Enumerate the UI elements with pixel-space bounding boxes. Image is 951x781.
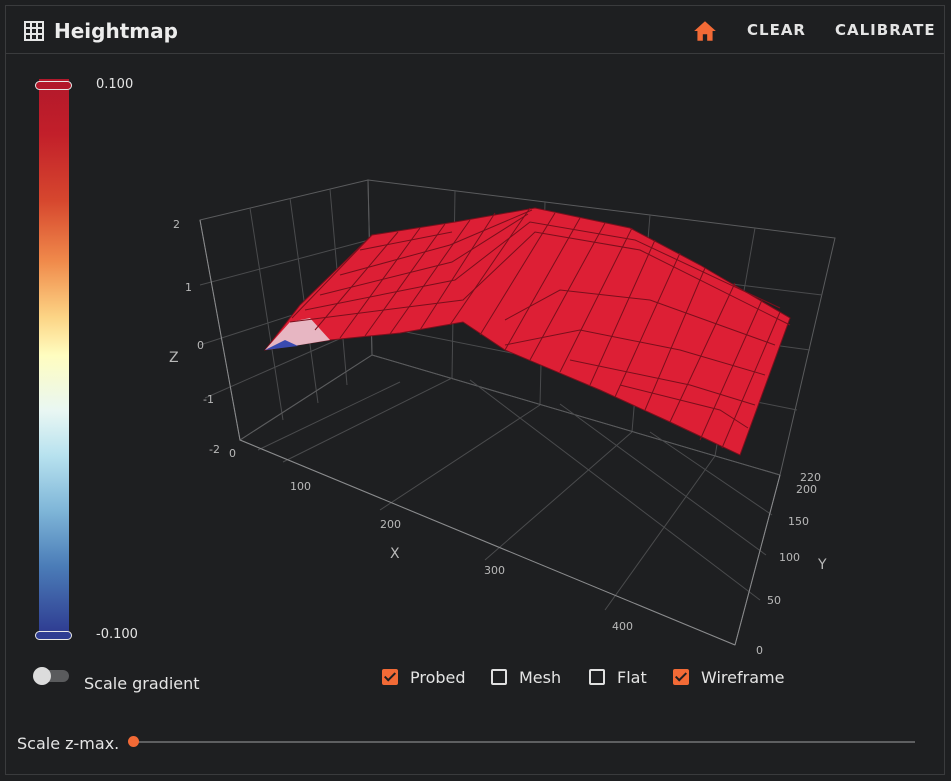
checkbox-unchecked-icon bbox=[491, 669, 507, 685]
x-tick: 400 bbox=[612, 620, 633, 633]
probed-label: Probed bbox=[410, 667, 466, 687]
checkbox-checked-icon bbox=[382, 669, 398, 685]
z-tick: -1 bbox=[203, 393, 214, 406]
y-tick: 200 bbox=[796, 483, 817, 496]
y-tick: 100 bbox=[779, 551, 800, 564]
z-tick: -2 bbox=[209, 443, 220, 456]
checkbox-unchecked-icon bbox=[589, 669, 605, 685]
heightmap-surface bbox=[263, 207, 791, 456]
y-tick: 50 bbox=[767, 594, 781, 607]
y-tick: 0 bbox=[756, 644, 763, 657]
y-tick: 150 bbox=[788, 515, 809, 528]
scale-gradient-label: Scale gradient bbox=[84, 674, 200, 693]
heightmap-3d-plot[interactable]: 2 1 0 -1 -2 Z 0 100 200 300 400 X 0 50 1… bbox=[0, 0, 951, 781]
toggle-knob bbox=[33, 667, 51, 685]
scale-gradient-toggle[interactable] bbox=[33, 667, 71, 685]
x-tick: 100 bbox=[290, 480, 311, 493]
z-axis-ticks: 2 1 0 -1 -2 bbox=[173, 218, 220, 456]
wireframe-label: Wireframe bbox=[701, 667, 785, 687]
flat-checkbox[interactable]: Flat bbox=[589, 666, 647, 688]
scale-zmax-slider-thumb[interactable] bbox=[128, 736, 139, 747]
x-axis-title: X bbox=[390, 546, 400, 562]
scale-zmax-track[interactable] bbox=[133, 741, 915, 743]
y-axis-title: Y bbox=[817, 557, 827, 573]
probed-checkbox[interactable]: Probed bbox=[382, 666, 466, 688]
wireframe-checkbox[interactable]: Wireframe bbox=[673, 666, 784, 688]
checkbox-checked-icon bbox=[673, 669, 689, 685]
y-axis-ticks: 0 50 100 150 200 220 bbox=[756, 471, 821, 657]
z-tick: 0 bbox=[197, 339, 204, 352]
x-tick: 300 bbox=[484, 564, 505, 577]
x-tick: 200 bbox=[380, 518, 401, 531]
scale-zmax-label: Scale z-max. bbox=[17, 734, 120, 753]
x-tick: 0 bbox=[229, 447, 236, 460]
mesh-label: Mesh bbox=[519, 667, 562, 687]
y-tick: 220 bbox=[800, 471, 821, 484]
flat-label: Flat bbox=[617, 667, 647, 687]
x-axis-ticks: 0 100 200 300 400 bbox=[229, 447, 633, 633]
z-tick: 2 bbox=[173, 218, 180, 231]
mesh-checkbox[interactable]: Mesh bbox=[491, 666, 561, 688]
z-tick: 1 bbox=[185, 281, 192, 294]
z-axis-title: Z bbox=[169, 350, 179, 366]
